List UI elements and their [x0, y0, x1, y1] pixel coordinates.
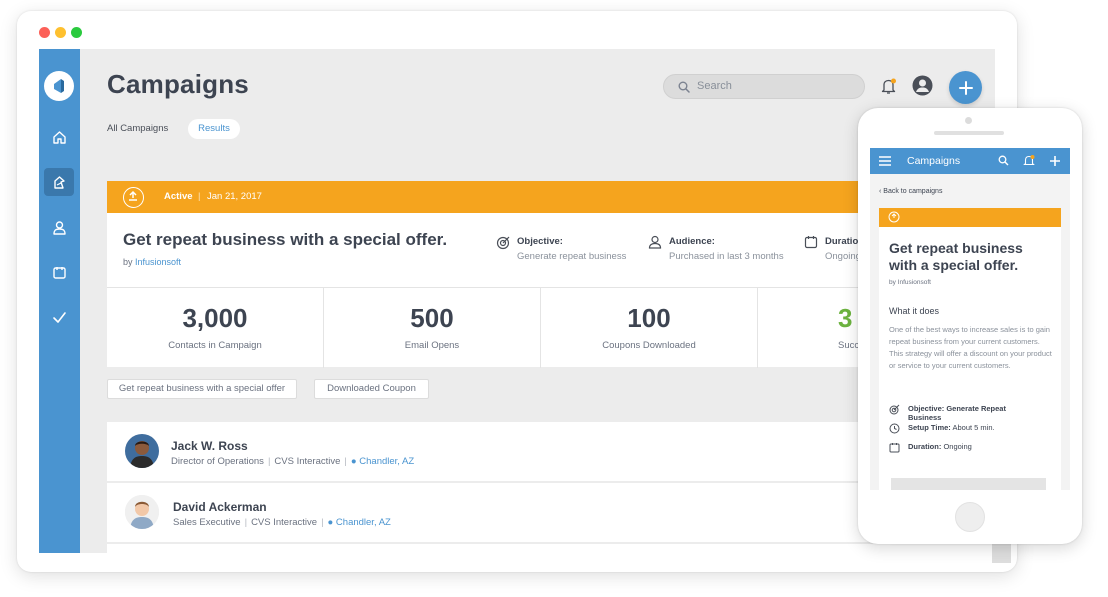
- stat-email-opens: 500 Email Opens: [324, 288, 541, 368]
- stat-label: Email Opens: [404, 340, 460, 351]
- mobile-title: Campaigns: [907, 155, 961, 167]
- location-pin-icon: ●: [327, 517, 334, 528]
- search-placeholder: Search: [697, 80, 732, 92]
- contact-row[interactable]: [107, 544, 995, 553]
- duration-value: Ongoing: [943, 442, 972, 451]
- mobile-byline: by Infusionsoft: [889, 279, 931, 286]
- plus-icon[interactable]: [1049, 155, 1061, 167]
- calendar-icon: [889, 443, 900, 453]
- stat-value: 3: [838, 303, 853, 333]
- duration-value: Ongoing: [825, 251, 861, 262]
- mobile-status-bar: [879, 208, 1061, 227]
- app-viewport: Campaigns All Campaigns Results Search A…: [39, 49, 995, 553]
- plus-icon: [958, 80, 973, 95]
- stat-contacts: 3,000 Contacts in Campaign: [107, 288, 324, 368]
- mobile-campaign-card: Get repeat business with a special offer…: [879, 208, 1061, 490]
- phone-speaker: [934, 131, 1004, 135]
- filter-chip-coupon[interactable]: Downloaded Coupon: [314, 379, 429, 399]
- back-link[interactable]: ‹ Back to campaigns: [879, 188, 942, 195]
- profile-avatar-icon[interactable]: [912, 75, 933, 101]
- what-it-does-heading: What it does: [889, 306, 940, 316]
- phone-home-button[interactable]: [955, 502, 985, 532]
- search-input[interactable]: Search: [663, 74, 865, 99]
- menu-icon[interactable]: [879, 156, 891, 166]
- contact-location[interactable]: Chandler, AZ: [336, 517, 391, 528]
- contact-title: Director of Operations: [171, 456, 264, 467]
- active-status-icon: [888, 211, 900, 223]
- phone-screen: Campaigns ‹ Back to campaigns Get repeat…: [870, 148, 1070, 490]
- search-icon[interactable]: [998, 155, 1009, 166]
- location-pin-icon: ●: [350, 456, 357, 467]
- byline-prefix: by: [123, 257, 133, 267]
- person-icon: [648, 235, 662, 249]
- contact-avatar: [125, 495, 159, 529]
- campaign-description: One of the best ways to increase sales i…: [889, 325, 1052, 370]
- setup-label: Setup Time:: [908, 423, 951, 432]
- chevron-left-icon: ‹: [879, 188, 882, 195]
- tab-results[interactable]: Results: [188, 119, 240, 139]
- target-icon: [889, 404, 900, 415]
- stat-label: Succ: [838, 340, 860, 351]
- audience-label: Audience:: [669, 236, 715, 247]
- notification-bell-icon[interactable]: [1023, 154, 1035, 167]
- campaign-byline: by Infusionsoft: [123, 257, 181, 267]
- contact-title: Sales Executive: [173, 517, 241, 528]
- objective-value: Generate repeat business: [517, 251, 627, 262]
- stat-value: 500: [410, 303, 454, 333]
- add-button[interactable]: [949, 71, 982, 104]
- contact-location[interactable]: Chandler, AZ: [359, 456, 414, 467]
- phone-mockup: Campaigns ‹ Back to campaigns Get repeat…: [858, 108, 1082, 544]
- status-label: Active: [164, 191, 193, 202]
- stat-label: Coupons Downloaded: [602, 340, 696, 351]
- contact-company: CVS Interactive: [274, 456, 341, 467]
- target-icon: [496, 236, 510, 250]
- audience-value: Purchased in last 3 months: [669, 251, 784, 262]
- close-window-dot[interactable]: [39, 27, 50, 38]
- status-date: Jan 21, 2017: [207, 191, 262, 202]
- contact-details: Director of Operations | CVS Interactive | ●…: [171, 456, 415, 467]
- search-icon: [678, 81, 690, 93]
- page-title: Campaigns: [107, 69, 249, 99]
- notification-bell-icon[interactable]: [880, 77, 898, 100]
- mobile-action-placeholder: [891, 478, 1046, 490]
- mobile-top-bar: Campaigns: [870, 148, 1070, 174]
- author-link[interactable]: Infusionsoft: [135, 257, 181, 267]
- sidebar: [39, 49, 80, 553]
- maximize-window-dot[interactable]: [71, 27, 82, 38]
- home-icon[interactable]: [44, 123, 74, 151]
- campaign-title: Get repeat business with a special offer…: [123, 230, 448, 249]
- duration-label: Duration:: [908, 442, 942, 451]
- scroll-area: [992, 541, 1011, 563]
- minimize-window-dot[interactable]: [55, 27, 66, 38]
- byline-prefix: by: [889, 279, 896, 286]
- filter-chip-campaign[interactable]: Get repeat business with a special offer: [107, 379, 297, 399]
- stat-value: 100: [627, 303, 671, 333]
- objective-label: Objective:: [517, 236, 563, 247]
- stat-value: 3,000: [182, 303, 248, 333]
- setup-value: About 5 min.: [952, 423, 995, 432]
- calendar-icon: [804, 236, 818, 249]
- mobile-campaign-title: Get repeat business with a special offer…: [889, 240, 1023, 273]
- tab-all-campaigns[interactable]: All Campaigns: [107, 119, 168, 139]
- active-status-icon: [123, 187, 144, 208]
- checkmark-icon[interactable]: [44, 303, 74, 331]
- back-label: Back to campaigns: [883, 188, 943, 195]
- author-link[interactable]: Infusionsoft: [898, 279, 931, 286]
- contact-name[interactable]: David Ackerman: [173, 500, 267, 514]
- logo-icon[interactable]: [44, 71, 74, 101]
- contact-details: Sales Executive | CVS Interactive | ● Chandl…: [173, 517, 391, 528]
- stat-coupons: 100 Coupons Downloaded: [541, 288, 758, 368]
- campaign-icon[interactable]: [44, 168, 74, 196]
- calendar-icon[interactable]: [44, 258, 74, 286]
- contact-company: CVS Interactive: [251, 517, 318, 528]
- contact-name[interactable]: Jack W. Ross: [171, 439, 248, 453]
- clock-icon: [889, 423, 900, 434]
- phone-camera: [965, 117, 972, 124]
- contacts-icon[interactable]: [44, 213, 74, 241]
- status-separator: |: [198, 191, 201, 202]
- stat-label: Contacts in Campaign: [168, 340, 262, 351]
- contact-avatar: [125, 434, 159, 468]
- objective-label: Objective: Generate Repeat Business: [908, 404, 1006, 422]
